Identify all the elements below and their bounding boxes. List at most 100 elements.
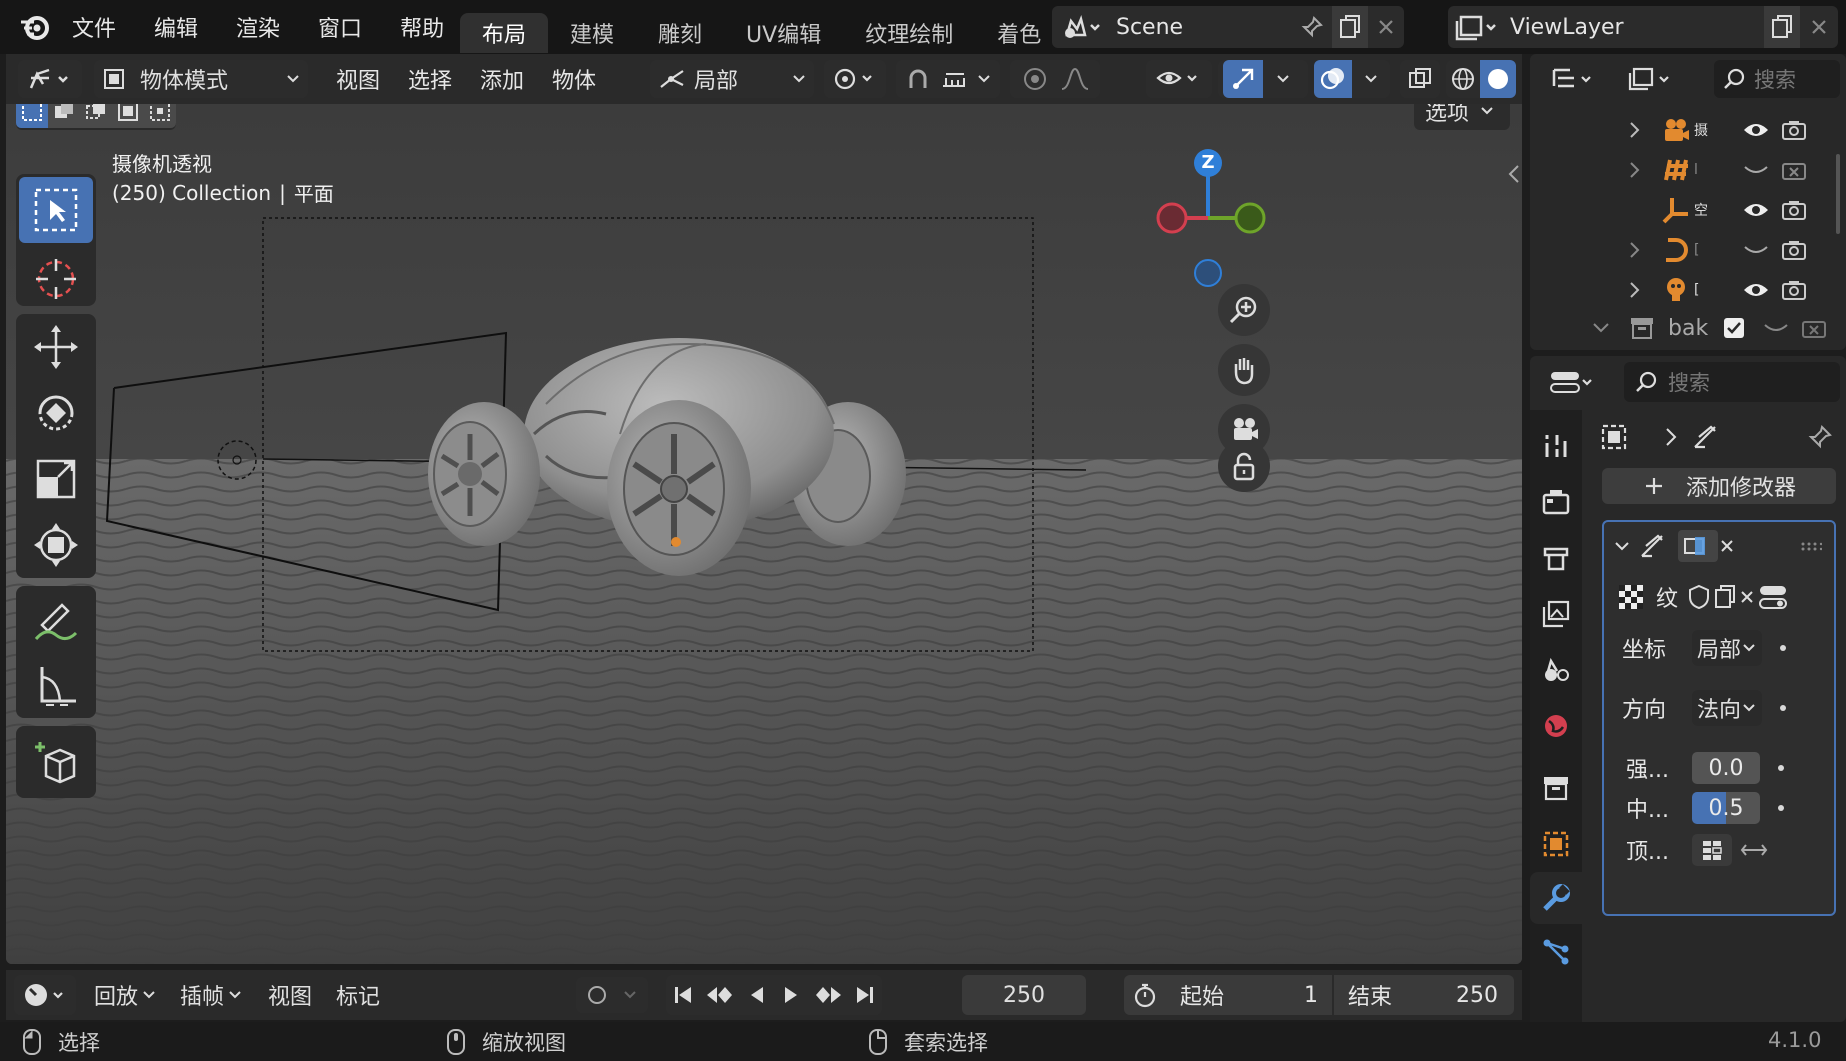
- texture-properties-icon[interactable]: [1756, 584, 1790, 610]
- play-icon[interactable]: [774, 985, 808, 1005]
- tab-sculpting[interactable]: 雕刻: [636, 13, 724, 53]
- modifier-tab[interactable]: [1530, 872, 1582, 924]
- select-intersect-icon[interactable]: [144, 104, 176, 128]
- chevron-down-icon[interactable]: [615, 990, 645, 1000]
- object-context-icon[interactable]: [1594, 423, 1634, 451]
- lock-view-button[interactable]: [1218, 440, 1270, 492]
- select-extend-icon[interactable]: [48, 104, 80, 128]
- blender-logo-icon[interactable]: [18, 9, 52, 45]
- options-dropdown[interactable]: 选项: [1414, 104, 1510, 130]
- view-layer-name[interactable]: ViewLayer: [1510, 15, 1764, 40]
- editor-type-button[interactable]: [18, 60, 82, 98]
- rotate-tool[interactable]: [19, 380, 93, 446]
- cursor-tool[interactable]: [19, 246, 93, 312]
- proportional-editing-icon[interactable]: [1015, 66, 1055, 92]
- chevron-down-icon[interactable]: [1263, 74, 1303, 84]
- transform-orientation-selector[interactable]: 局部: [650, 60, 814, 98]
- checkbox-checked-icon[interactable]: [1716, 310, 1752, 346]
- 3d-viewport[interactable]: 摄像机透视 (250) Collection | 平面 选项 Z: [6, 104, 1522, 964]
- tab-uv-editing[interactable]: UV编辑: [724, 13, 843, 53]
- menu-edit[interactable]: 编辑: [154, 11, 198, 43]
- add-cube-tool[interactable]: [19, 729, 93, 795]
- render-disabled-icon[interactable]: [1796, 310, 1832, 346]
- transform-tool[interactable]: [19, 512, 93, 578]
- eye-icon[interactable]: [1738, 112, 1774, 148]
- chevron-down-icon[interactable]: [1352, 74, 1390, 84]
- delete-view-layer-icon[interactable]: [1800, 17, 1838, 37]
- solid-shading-icon[interactable]: [1480, 60, 1516, 98]
- frame-end-field[interactable]: 结束 250: [1334, 975, 1512, 1015]
- snap-magnet-icon[interactable]: [900, 66, 936, 92]
- scene-name[interactable]: Scene: [1116, 15, 1292, 40]
- midlevel-slider[interactable]: 0.5: [1692, 792, 1760, 824]
- display-mode-button[interactable]: [1620, 60, 1684, 98]
- gizmo-toggle-icon[interactable]: [1223, 60, 1263, 98]
- outliner-row[interactable]: 空: [1530, 190, 1846, 230]
- expand-arrow-icon[interactable]: [1620, 241, 1650, 259]
- xray-toggle[interactable]: [1400, 60, 1440, 98]
- select-subtract-icon[interactable]: [80, 104, 112, 128]
- particles-tab[interactable]: [1530, 924, 1582, 980]
- outliner-row[interactable]: [: [1530, 230, 1846, 270]
- outliner-editor-type-button[interactable]: [1542, 60, 1606, 98]
- displace-context-icon[interactable]: [1690, 423, 1720, 451]
- unlink-texture-icon[interactable]: [1738, 589, 1756, 605]
- scale-tool[interactable]: [19, 446, 93, 512]
- pin-icon[interactable]: [1800, 424, 1840, 450]
- chevron-down-icon[interactable]: [972, 74, 996, 84]
- animate-property-dot[interactable]: [1778, 805, 1784, 811]
- render-camera-icon[interactable]: [1776, 232, 1812, 268]
- outliner-search[interactable]: 搜索: [1714, 60, 1840, 98]
- eye-icon[interactable]: [1738, 192, 1774, 228]
- object-visibility-button[interactable]: [1146, 60, 1212, 98]
- view-layer-selector[interactable]: ViewLayer: [1448, 6, 1838, 48]
- invert-arrows-icon[interactable]: [1736, 842, 1772, 858]
- tab-modeling[interactable]: 建模: [548, 13, 636, 53]
- new-scene-icon[interactable]: [1332, 6, 1368, 48]
- scene-selector[interactable]: Scene: [1052, 6, 1404, 48]
- tab-texture-paint[interactable]: 纹理绘制: [843, 13, 975, 53]
- collapse-arrow-icon[interactable]: [1610, 541, 1634, 551]
- outliner-row[interactable]: l: [1530, 150, 1846, 190]
- eye-closed-icon[interactable]: [1738, 152, 1774, 188]
- move-tool[interactable]: [19, 314, 93, 380]
- mode-selector[interactable]: 物体模式: [94, 60, 308, 98]
- outliner-row[interactable]: [: [1530, 270, 1846, 310]
- measure-tool[interactable]: [19, 652, 93, 718]
- play-reverse-icon[interactable]: [740, 985, 774, 1005]
- outliner-row[interactable]: 摄: [1530, 110, 1846, 150]
- tab-layout[interactable]: 布局: [460, 13, 549, 53]
- snap-increment-icon[interactable]: [936, 68, 972, 90]
- close-icon[interactable]: [1718, 538, 1736, 554]
- new-texture-icon[interactable]: [1712, 584, 1738, 610]
- view-layer-icon[interactable]: [1448, 6, 1506, 48]
- select-box-tool[interactable]: [19, 177, 93, 243]
- collapse-arrow-icon[interactable]: [1586, 322, 1616, 334]
- frame-start-field[interactable]: 起始 1: [1166, 975, 1334, 1015]
- menu-keying[interactable]: 插帧: [174, 975, 252, 1015]
- timeline-editor-type-button[interactable]: [14, 975, 76, 1015]
- menu-select[interactable]: 选择: [408, 63, 452, 95]
- animate-property-dot[interactable]: [1780, 705, 1786, 711]
- menu-object[interactable]: 物体: [552, 63, 596, 95]
- menu-file[interactable]: 文件: [72, 11, 116, 43]
- expand-arrow-icon[interactable]: [1620, 281, 1650, 299]
- edit-mode-toggle-icon[interactable]: [1678, 530, 1718, 562]
- expand-arrow-icon[interactable]: [1620, 121, 1650, 139]
- select-invert-icon[interactable]: [112, 104, 144, 128]
- world-tab[interactable]: [1530, 698, 1582, 754]
- menu-timeline-view[interactable]: 视图: [260, 975, 320, 1015]
- jump-start-icon[interactable]: [666, 985, 700, 1005]
- render-camera-icon[interactable]: [1776, 272, 1812, 308]
- properties-search[interactable]: 搜索: [1624, 362, 1840, 402]
- direction-dropdown[interactable]: 法向: [1692, 690, 1762, 726]
- delete-scene-icon[interactable]: [1368, 17, 1404, 37]
- current-frame-field[interactable]: 250: [962, 975, 1086, 1015]
- overlays-icon[interactable]: [1314, 60, 1352, 98]
- object-tab[interactable]: [1530, 816, 1582, 872]
- menu-help[interactable]: 帮助: [400, 11, 444, 43]
- menu-render[interactable]: 渲染: [236, 11, 280, 43]
- strength-field[interactable]: 0.0: [1692, 752, 1760, 784]
- texture-name[interactable]: 纹: [1656, 581, 1686, 613]
- checker-texture-icon[interactable]: [1614, 584, 1648, 610]
